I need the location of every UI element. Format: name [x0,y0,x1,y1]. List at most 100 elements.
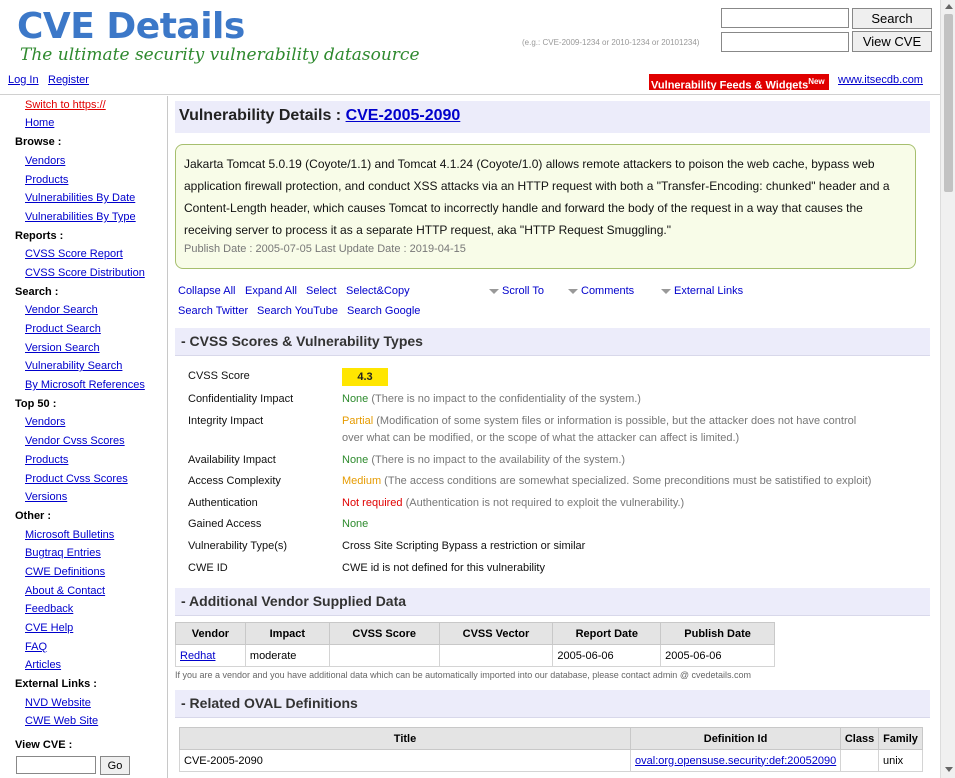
register-link[interactable]: Register [48,74,89,86]
sidebar-item-top-vendors[interactable]: Vendors [25,416,65,428]
sidebar-heading-reports: Reports : [15,230,64,242]
sidebar-item-about-contact[interactable]: About & Contact [25,585,105,597]
sidebar-item-vendors[interactable]: Vendors [25,155,65,167]
scroll-to-dropdown[interactable]: Scroll To [489,285,544,297]
search-youtube-link[interactable]: Search YouTube [257,305,338,317]
site-logo[interactable]: CVE Details [17,6,245,47]
sidebar-item-feedback[interactable]: Feedback [25,603,73,615]
gained-access-value: None [342,518,369,530]
sidebar-item-home[interactable]: Home [25,117,54,129]
column-header[interactable]: Vendor [175,622,246,645]
cvss-section-title: - CVSS Scores & Vulnerability Types [181,333,423,349]
sidebar-item-cvss-distribution[interactable]: CVSS Score Distribution [25,267,145,279]
cwe-id-value: CWE id is not defined for this vulnerabi… [342,562,545,574]
access-complexity-value: Medium (The access conditions are somewh… [342,473,922,490]
feeds-label: Vulnerability Feeds & Widgets [651,79,809,92]
sidebar-item-vulns-by-date[interactable]: Vulnerabilities By Date [25,192,135,204]
column-header[interactable]: Class [840,727,879,750]
search-button[interactable]: Search [852,8,932,29]
sidebar-item-ms-references[interactable]: By Microsoft References [25,379,145,391]
login-link[interactable]: Log In [8,74,39,86]
sidebar-item-cwe-definitions[interactable]: CWE Definitions [25,566,105,578]
column-header[interactable]: Family [878,727,923,750]
sidebar-item-cve-help[interactable]: CVE Help [25,622,73,634]
sidebar-heading-top50: Top 50 : [15,398,57,410]
select-link[interactable]: Select [306,285,337,297]
site-tagline: The ultimate security vulnerability data… [20,45,420,65]
itsecdb-link[interactable]: www.itsecdb.com [838,74,923,86]
column-header[interactable]: Title [178,727,632,750]
sidebar-item-bugtraq[interactable]: Bugtraq Entries [25,547,101,559]
comments-dropdown[interactable]: Comments [568,285,634,297]
sidebar-item-nvd[interactable]: NVD Website [25,697,91,709]
vendor-section-header[interactable]: - Additional Vendor Supplied Data [175,588,930,616]
sidebar-item-vendor-search[interactable]: Vendor Search [25,304,98,316]
search-google-link[interactable]: Search Google [347,305,420,317]
table-row: CVE-2005-2090 oval:org.opensuse.security… [178,749,923,772]
table-cell[interactable]: oval:org.opensuse.security:def:20052090 [630,749,842,772]
column-header[interactable]: Definition Id [630,727,842,750]
cwe-id-label: CWE ID [188,562,228,574]
vendor-link[interactable]: Redhat [180,650,215,662]
sidebar-viewcve-input[interactable] [16,756,96,774]
sidebar-item-cvss-report[interactable]: CVSS Score Report [25,248,123,260]
availability-level: None [342,454,369,466]
column-header[interactable]: Publish Date [660,622,775,645]
sidebar-item-cwe-site[interactable]: CWE Web Site [25,715,98,727]
switch-https-link[interactable]: Switch to https:// [25,99,106,111]
vulnerability-summary: Jakarta Tomcat 5.0.19 (Coyote/1.1) and T… [175,144,916,269]
cvss-section-header[interactable]: - CVSS Scores & Vulnerability Types [175,328,930,356]
authentication-level: Not required [342,497,403,509]
viewcve-input[interactable] [721,32,849,52]
sidebar-item-vendor-cvss[interactable]: Vendor Cvss Scores [25,435,125,447]
sidebar-item-products[interactable]: Products [25,174,68,186]
integrity-desc: (Modification of some system files or in… [342,415,857,444]
sidebar-heading-search: Search : [15,286,59,298]
feeds-widgets-link[interactable]: Vulnerability Feeds & WidgetsNew [649,74,829,92]
column-header[interactable]: CVSS Score [328,622,440,645]
search-input[interactable] [721,8,849,28]
sidebar-heading-other: Other : [15,510,52,522]
scroll-up-icon[interactable] [945,4,953,9]
select-copy-link[interactable]: Select&Copy [346,285,410,297]
sidebar-item-ms-bulletins[interactable]: Microsoft Bulletins [25,529,114,541]
sidebar-item-product-search[interactable]: Product Search [25,323,101,335]
external-links-dropdown[interactable]: External Links [661,285,743,297]
sidebar-item-version-search[interactable]: Version Search [25,342,100,354]
sidebar-item-faq[interactable]: FAQ [25,641,47,653]
authentication-label: Authentication [188,497,258,509]
sidebar-heading-viewcve: View CVE : [15,739,73,751]
column-header[interactable]: Report Date [552,622,662,645]
table-cell: CVE-2005-2090 [178,749,632,772]
sidebar-go-button[interactable]: Go [100,756,130,775]
scrollbar-thumb[interactable] [944,14,953,192]
collapse-all-link[interactable]: Collapse All [178,285,235,297]
scroll-down-icon[interactable] [945,767,953,772]
cvss-score-badge: 4.3 [342,368,388,386]
table-cell[interactable]: Redhat [175,644,246,667]
sidebar-item-vulns-by-type[interactable]: Vulnerabilities By Type [25,211,136,223]
oval-section-header[interactable]: - Related OVAL Definitions [175,690,930,718]
gained-access-label: Gained Access [188,518,262,530]
sidebar-item-vulnerability-search[interactable]: Vulnerability Search [25,360,122,372]
vertical-scrollbar[interactable] [940,0,955,778]
sidebar-item-product-cvss[interactable]: Product Cvss Scores [25,473,128,485]
oval-definition-link[interactable]: oval:org.opensuse.security:def:20052090 [635,755,836,767]
sidebar-item-top-products[interactable]: Products [25,454,68,466]
sidebar-item-articles[interactable]: Articles [25,659,61,671]
vuln-type-label: Vulnerability Type(s) [188,540,288,552]
publish-dates: Publish Date : 2005-07-05 Last Update Da… [184,243,466,255]
sidebar-item-versions[interactable]: Versions [25,491,67,503]
column-header[interactable]: CVSS Vector [438,622,554,645]
viewcve-button[interactable]: View CVE [852,31,932,52]
table-header-row: Vendor Impact CVSS Score CVSS Vector Rep… [175,622,775,645]
authentication-desc: (Authentication is not required to explo… [402,497,685,509]
search-twitter-link[interactable]: Search Twitter [178,305,248,317]
scroll-to-label: Scroll To [502,285,544,297]
external-links-label: External Links [674,285,744,297]
vendor-note: If you are a vendor and you have additio… [175,670,751,680]
cve-id-link[interactable]: CVE-2005-2090 [346,107,461,124]
column-header[interactable]: Impact [244,622,330,645]
availability-label: Availability Impact [188,454,276,466]
expand-all-link[interactable]: Expand All [245,285,297,297]
